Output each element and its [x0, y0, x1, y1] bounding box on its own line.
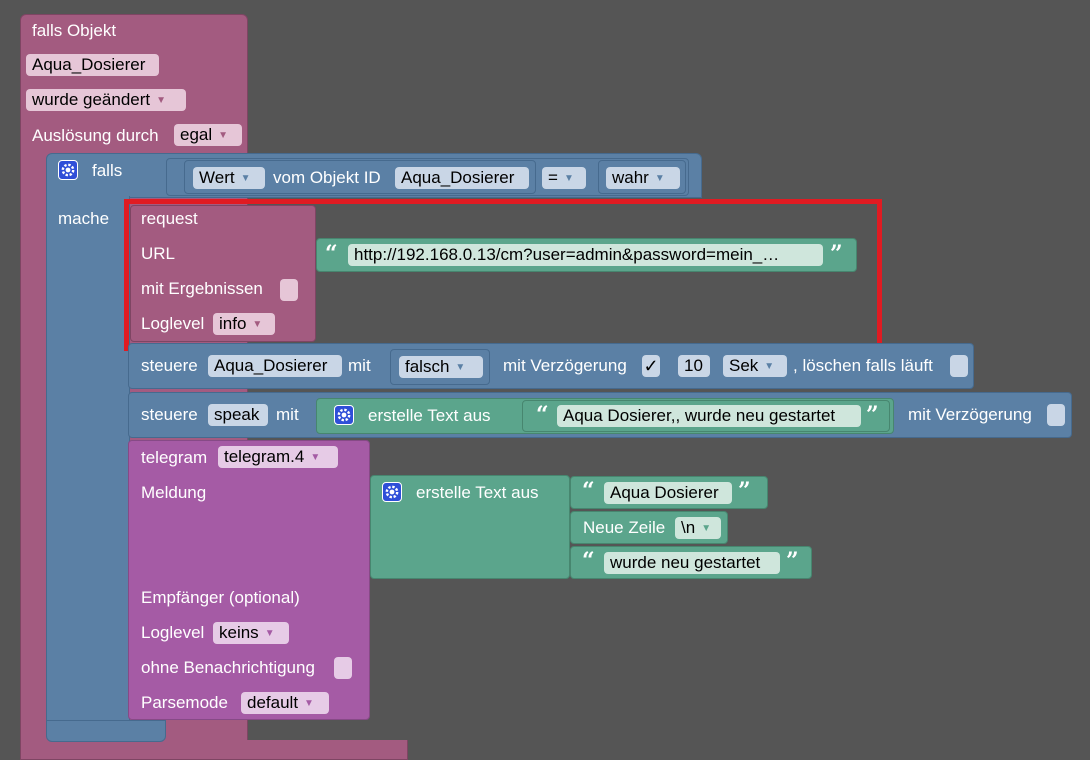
close-quote-icon: ” [786, 548, 799, 574]
telegram-loglevel-text: keins [219, 623, 259, 642]
close-quote-icon: ” [738, 478, 751, 504]
open-quote-icon: “ [536, 402, 549, 428]
control1-object-id-text: Aqua_Dosierer [214, 356, 328, 375]
parsemode-label: Parsemode [141, 693, 228, 712]
control1-delay-amount-text: 10 [684, 356, 703, 375]
telegram-text1-field[interactable]: Aqua Dosierer [604, 482, 732, 504]
event-trigger-dropdown[interactable]: egal ▼ [174, 124, 242, 146]
if-block-spine [46, 196, 130, 726]
newline-dropdown[interactable]: \n ▼ [675, 517, 721, 539]
telegram-instance-text: telegram.4 [224, 447, 305, 466]
checkmark-icon: ✓ [643, 356, 659, 376]
event-condition-dropdown[interactable]: wurde geändert ▼ [26, 89, 186, 111]
event-object-id-text: Aqua_Dosierer [32, 55, 146, 74]
operator-text: = [548, 168, 558, 187]
telegram-create-text-label: erstelle Text aus [416, 483, 539, 502]
dropdown-arrow-icon: ▼ [240, 173, 251, 184]
parsemode-text: default [247, 693, 299, 712]
operator-dropdown[interactable]: = ▼ [542, 167, 586, 189]
control1-object-id-field[interactable]: Aqua_Dosierer [208, 355, 342, 377]
do-label: mache [58, 209, 110, 228]
parsemode-dropdown[interactable]: default ▼ [241, 692, 329, 714]
control2-create-text-label: erstelle Text aus [368, 406, 491, 425]
highlight-box [124, 199, 882, 351]
recipient-label: Empfänger (optional) [141, 588, 300, 607]
control1-value-dropdown[interactable]: falsch ▼ [399, 356, 483, 378]
telegram-text1-value: Aqua Dosierer [610, 483, 719, 502]
telegram-instance-dropdown[interactable]: telegram.4 ▼ [218, 446, 338, 468]
control1-with-label: mit [348, 356, 371, 375]
control1-clear-checkbox[interactable] [950, 355, 968, 377]
event-trigger-label: Auslösung durch [32, 126, 159, 145]
value-property-dropdown[interactable]: Wert ▼ [193, 167, 265, 189]
control2-delay-label: mit Verzögerung [908, 405, 1032, 424]
control2-object-id-field[interactable]: speak [208, 404, 268, 426]
telegram-text2-field[interactable]: wurde neu gestartet [604, 552, 780, 574]
control1-unit-dropdown[interactable]: Sek ▼ [723, 355, 787, 377]
dropdown-arrow-icon: ▼ [218, 130, 229, 141]
if-object-id-text: Aqua_Dosierer [401, 168, 515, 187]
dropdown-arrow-icon: ▼ [563, 173, 574, 184]
control1-value-text: falsch [405, 357, 450, 376]
dropdown-arrow-icon: ▼ [156, 95, 167, 106]
control1-delay-label: mit Verzögerung [503, 356, 627, 375]
control1-clear-label: , löschen falls läuft [793, 356, 933, 375]
if-object-id-field[interactable]: Aqua_Dosierer [395, 167, 529, 189]
event-condition-text: wurde geändert [32, 90, 151, 109]
value-property-text: Wert [199, 168, 235, 187]
control1-delay-checkbox[interactable]: ✓ [642, 355, 660, 377]
newline-text: \n [681, 518, 696, 537]
event-block-bottom-bar [20, 740, 408, 760]
control2-label: steuere [141, 405, 198, 424]
open-quote-icon: “ [582, 478, 595, 504]
telegram-text2-value: wurde neu gestartet [610, 553, 761, 572]
dropdown-arrow-icon: ▼ [701, 523, 712, 534]
control1-label: steuere [141, 356, 198, 375]
if-label: falls [92, 161, 123, 180]
control1-unit-text: Sek [729, 356, 759, 375]
gear-icon[interactable] [58, 160, 78, 180]
silent-label: ohne Benachrichtigung [141, 658, 315, 677]
boolean-dropdown[interactable]: wahr ▼ [606, 167, 680, 189]
control2-object-id-text: speak [214, 405, 260, 424]
open-quote-icon: “ [582, 548, 595, 574]
control2-delay-checkbox[interactable] [1047, 404, 1065, 426]
close-quote-icon: ” [866, 402, 879, 428]
speak-text-value: Aqua Dosierer,, wurde neu gestartet [563, 406, 836, 425]
telegram-label: telegram [141, 448, 208, 467]
control1-delay-amount[interactable]: 10 [678, 355, 710, 377]
newline-label: Neue Zeile [583, 518, 666, 537]
event-trigger-text: egal [180, 125, 213, 144]
if-block-bottom [46, 720, 166, 742]
dropdown-arrow-icon: ▼ [310, 452, 321, 463]
dropdown-arrow-icon: ▼ [304, 698, 314, 709]
control2-with-label: mit [276, 405, 299, 424]
boolean-text: wahr [612, 168, 649, 187]
dropdown-arrow-icon: ▼ [455, 362, 466, 373]
event-title: falls Objekt [32, 21, 117, 40]
gear-icon[interactable] [334, 405, 354, 425]
dropdown-arrow-icon: ▼ [264, 628, 275, 639]
from-object-label: vom Objekt ID [273, 168, 381, 187]
speak-text-field[interactable]: Aqua Dosierer,, wurde neu gestartet [557, 405, 861, 427]
dropdown-arrow-icon: ▼ [764, 361, 775, 372]
telegram-loglevel-label: Loglevel [141, 623, 205, 642]
telegram-loglevel-dropdown[interactable]: keins ▼ [213, 622, 289, 644]
gear-icon[interactable] [382, 482, 402, 502]
event-object-id-field[interactable]: Aqua_Dosierer [26, 54, 159, 76]
silent-checkbox[interactable] [334, 657, 352, 679]
message-label: Meldung [141, 483, 207, 502]
dropdown-arrow-icon: ▼ [654, 173, 665, 184]
